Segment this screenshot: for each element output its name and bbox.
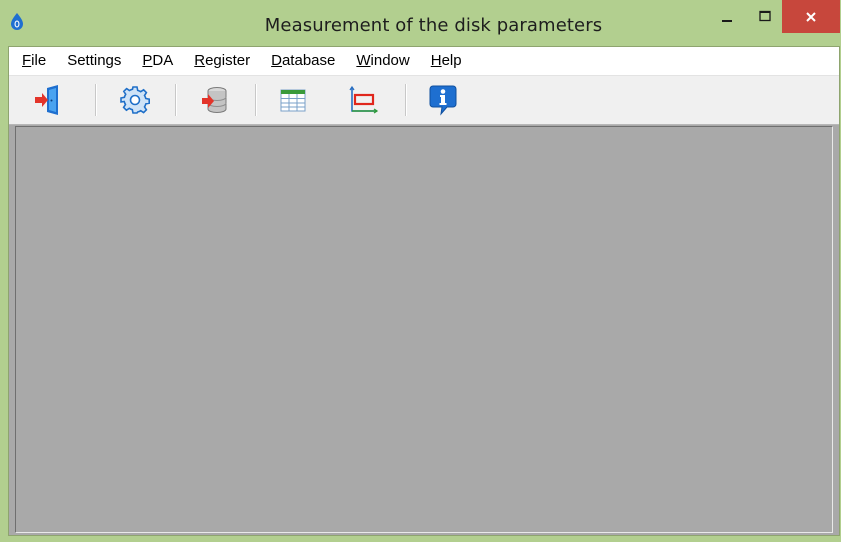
toolbar-separator (255, 84, 256, 116)
table-grid-icon (280, 89, 306, 112)
maximize-button[interactable] (752, 0, 778, 31)
close-button[interactable] (782, 0, 840, 33)
menu-help[interactable]: Help (419, 50, 471, 72)
menu-window[interactable]: Window (344, 50, 418, 72)
menu-pda[interactable]: PDA (130, 50, 182, 72)
menu-bar: File Settings PDA Register Database Wind… (9, 47, 839, 75)
info-icon (429, 85, 457, 116)
toolbar (9, 75, 839, 125)
settings-button[interactable] (117, 83, 153, 117)
toolbar-separator (405, 84, 406, 116)
exit-door-icon (35, 85, 58, 115)
chart-button[interactable] (345, 83, 381, 117)
settings-gear-icon (120, 86, 150, 114)
minimize-icon (722, 19, 732, 22)
menu-file[interactable]: File (10, 50, 55, 72)
maximize-icon (759, 10, 771, 21)
close-icon (806, 11, 816, 22)
database-import-icon (202, 87, 227, 113)
toolbar-separator (175, 84, 176, 116)
minimize-button[interactable] (714, 0, 740, 31)
menu-database[interactable]: Database (259, 50, 344, 72)
info-button[interactable] (425, 83, 461, 117)
client-area: File Settings PDA Register Database Wind… (8, 46, 840, 536)
table-button[interactable] (275, 83, 311, 117)
app-window: Measurement of the disk parameters File … (0, 0, 841, 542)
chart-axes-icon (349, 85, 379, 114)
toolbar-separator (95, 84, 96, 116)
title-bar[interactable]: Measurement of the disk parameters (0, 0, 841, 46)
exit-button[interactable] (29, 83, 65, 117)
menu-settings[interactable]: Settings (55, 50, 130, 72)
mdi-workspace[interactable] (15, 126, 833, 533)
database-import-button[interactable] (197, 83, 233, 117)
menu-register[interactable]: Register (182, 50, 259, 72)
